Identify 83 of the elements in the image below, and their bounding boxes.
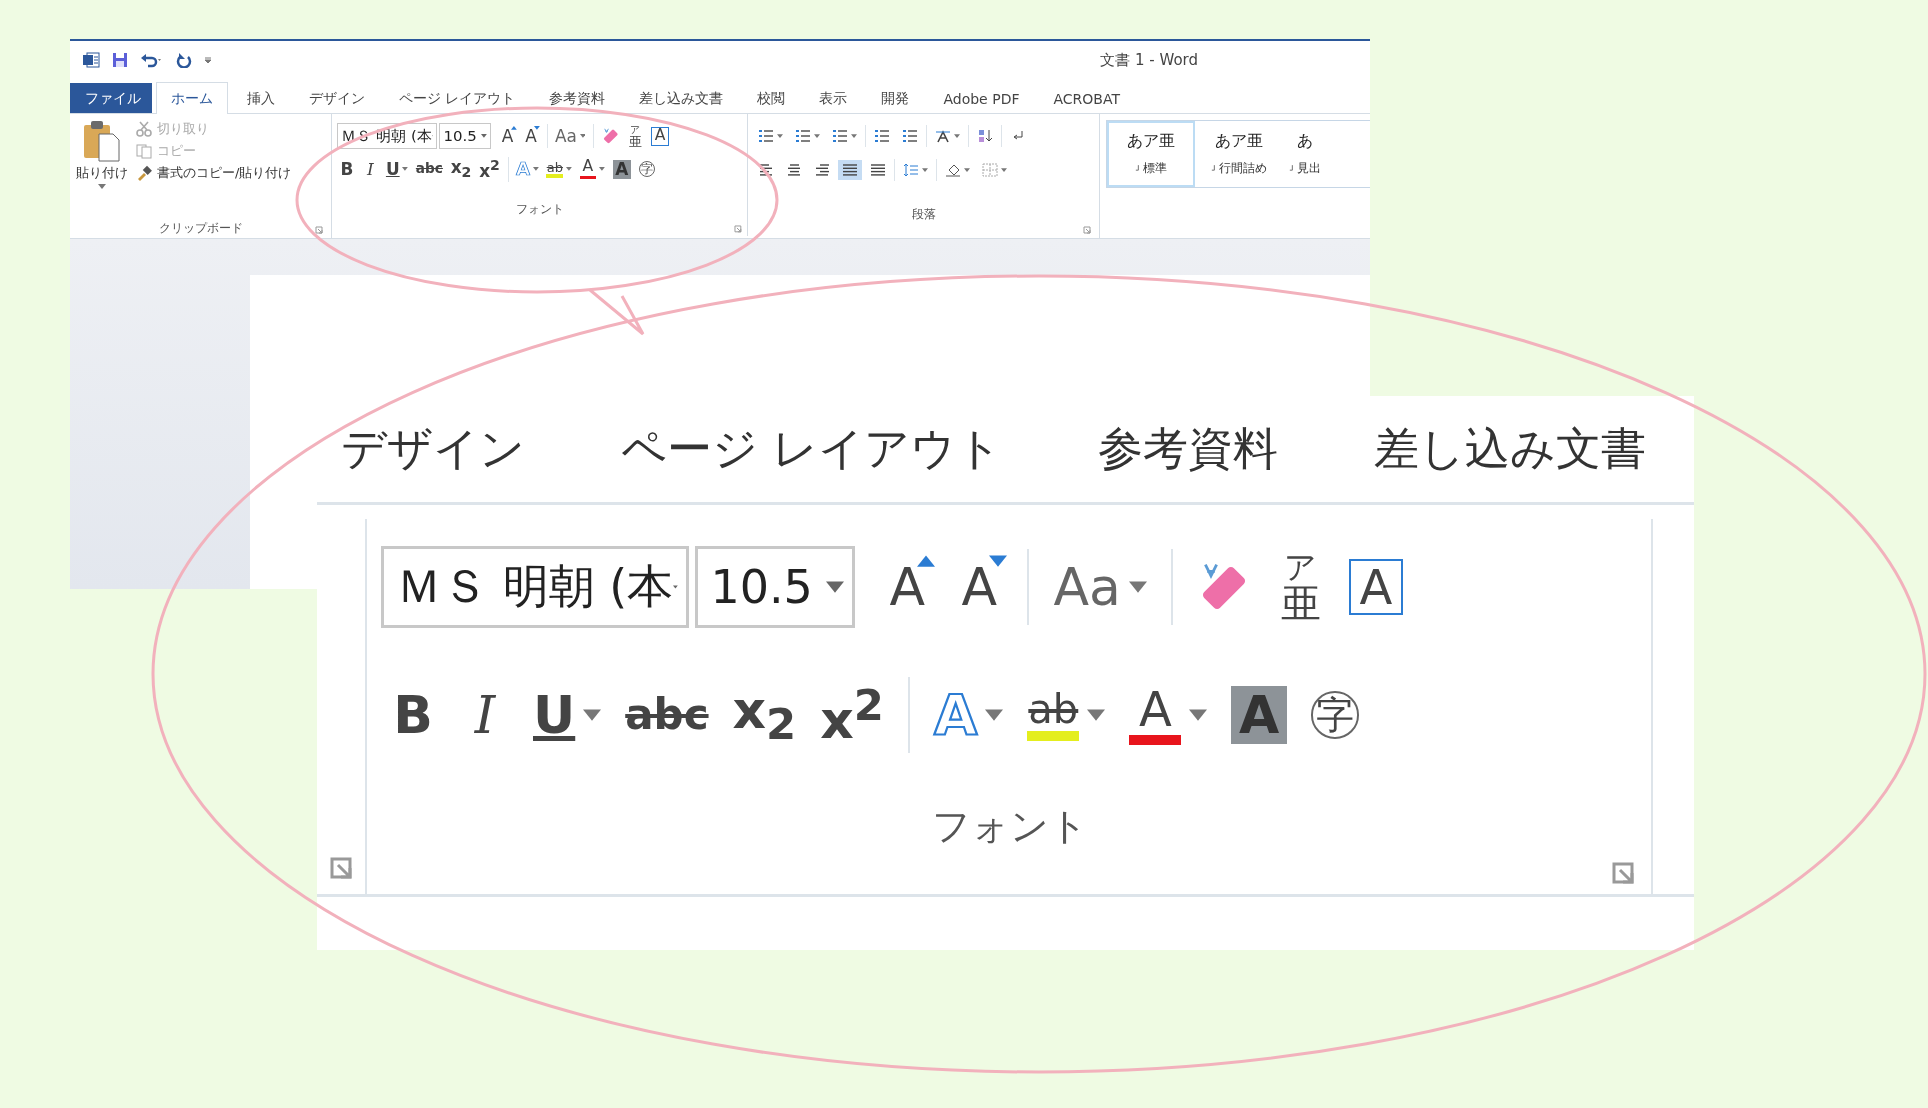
subscript-button[interactable]: x$_{2}$	[724, 677, 805, 753]
font-size-field[interactable]: 10.5	[695, 546, 856, 628]
triangle-icon	[510, 125, 517, 130]
callout-tail-outline	[589, 288, 645, 336]
triangle-icon	[534, 125, 541, 130]
triangle-icon	[989, 555, 1008, 567]
style-item[interactable]: あ 見出	[1283, 121, 1327, 187]
change-case-button[interactable]: Aa	[1045, 549, 1155, 625]
dialog-launcher-icon[interactable]	[1083, 226, 1091, 234]
ribbon-tab[interactable]: Adobe PDF	[928, 83, 1035, 113]
phonetic-guide-button[interactable]: ア 亜	[1268, 549, 1333, 625]
superscript-button[interactable]: x$^{2}$	[476, 156, 503, 182]
change-case-button[interactable]: Aa	[552, 123, 588, 149]
save-icon[interactable]	[112, 52, 128, 68]
grow-font-button[interactable]: A	[875, 549, 940, 625]
ribbon-tab[interactable]: 差し込み文書	[624, 83, 739, 113]
font-color-button[interactable]: A	[576, 156, 608, 182]
undo-icon[interactable]	[140, 52, 164, 68]
caret-icon	[826, 581, 845, 593]
bold-button[interactable]: B	[336, 156, 358, 182]
triangle-icon	[917, 555, 936, 567]
text-effects-button[interactable]: A	[513, 156, 542, 182]
highlight-button[interactable]: ab	[1019, 677, 1114, 753]
caret-icon	[98, 184, 106, 189]
group-label: フォント	[515, 201, 564, 219]
enclose-characters-button[interactable]: 字	[635, 156, 658, 182]
ribbon-tab[interactable]: 参考資料	[1098, 419, 1279, 479]
ribbon-tab[interactable]: ACROBAT	[1038, 83, 1135, 113]
phonetic-guide-button[interactable]: ア 亜	[624, 123, 646, 149]
underline-button[interactable]: U	[383, 156, 411, 182]
ribbon-tab[interactable]: 表示	[804, 83, 863, 113]
paste-button[interactable]: 貼り付け	[76, 118, 128, 218]
style-item[interactable]: あア亜 標準	[1107, 121, 1195, 187]
italic-button[interactable]: I	[453, 677, 517, 753]
ribbon-tab[interactable]: ページ レイアウト	[384, 83, 531, 113]
style-item[interactable]: あア亜 行間詰め	[1195, 121, 1283, 187]
superscript-button[interactable]: x$^{2}$	[812, 677, 892, 753]
font-name-field[interactable]: ＭＳ 明朝 (本	[381, 546, 689, 628]
ribbon-tab[interactable]: 挿入	[232, 83, 290, 113]
ribbon-tab[interactable]: 参考資料	[534, 83, 621, 113]
paragraph-mark-icon	[1135, 165, 1140, 172]
italic-button[interactable]: I	[359, 156, 381, 182]
ribbon-tab[interactable]: 開発	[866, 83, 925, 113]
text-effects-button[interactable]: A	[925, 677, 1012, 753]
paragraph-mark-icon	[1211, 165, 1216, 172]
caret-icon	[481, 134, 488, 139]
font-color-button[interactable]: A	[1121, 677, 1216, 753]
window-title: 文書 1 - Word	[1100, 50, 1198, 70]
justify-button[interactable]	[838, 160, 862, 180]
group-label: フォント	[932, 802, 1088, 850]
clipboard-icon	[82, 120, 122, 162]
font-size-field[interactable]: 10.5	[438, 122, 491, 150]
subscript-button[interactable]: x$_{2}$	[448, 156, 474, 182]
shrink-font-button[interactable]: A	[947, 549, 1012, 625]
ribbon-tab[interactable]: 差し込み文書	[1374, 419, 1647, 479]
group-label: クリップボード	[158, 219, 243, 237]
ribbon-tab[interactable]: 校閲	[742, 83, 801, 113]
dialog-launcher-icon[interactable]	[315, 226, 323, 234]
shrink-font-button[interactable]: A	[520, 123, 542, 149]
highlight-button[interactable]: ab	[543, 156, 575, 182]
underline-button[interactable]: U	[525, 677, 610, 753]
enclose-characters-button[interactable]: 字	[1303, 677, 1368, 753]
ribbon-tab[interactable]: ホーム	[156, 82, 228, 114]
scissors-icon	[136, 121, 152, 137]
ribbon-tab[interactable]: デザイン	[294, 83, 380, 113]
ribbon-tab[interactable]: デザイン	[341, 419, 525, 479]
group-label: 段落	[911, 205, 936, 223]
dialog-launcher-icon[interactable]	[1611, 861, 1635, 885]
clipboard-action[interactable]: 書式のコピー/貼り付け	[136, 164, 292, 182]
ribbon-tab[interactable]: ページ レイアウト	[621, 419, 1003, 479]
strikethrough-button[interactable]: abc	[617, 677, 717, 753]
dialog-launcher-icon[interactable]	[329, 856, 353, 880]
customize-caret-icon[interactable]	[204, 56, 212, 64]
dialog-launcher-icon[interactable]	[734, 225, 742, 233]
bold-button[interactable]: B	[381, 677, 445, 753]
brush-icon	[136, 165, 152, 181]
copy-icon	[136, 143, 152, 159]
paragraph-mark-icon	[1289, 165, 1294, 172]
strikethrough-button[interactable]: abc	[413, 156, 446, 182]
grow-font-button[interactable]: A	[497, 123, 518, 149]
file-tab[interactable]: ファイル	[70, 83, 152, 113]
document-app-icon[interactable]	[82, 52, 100, 68]
redo-icon[interactable]	[176, 52, 192, 68]
